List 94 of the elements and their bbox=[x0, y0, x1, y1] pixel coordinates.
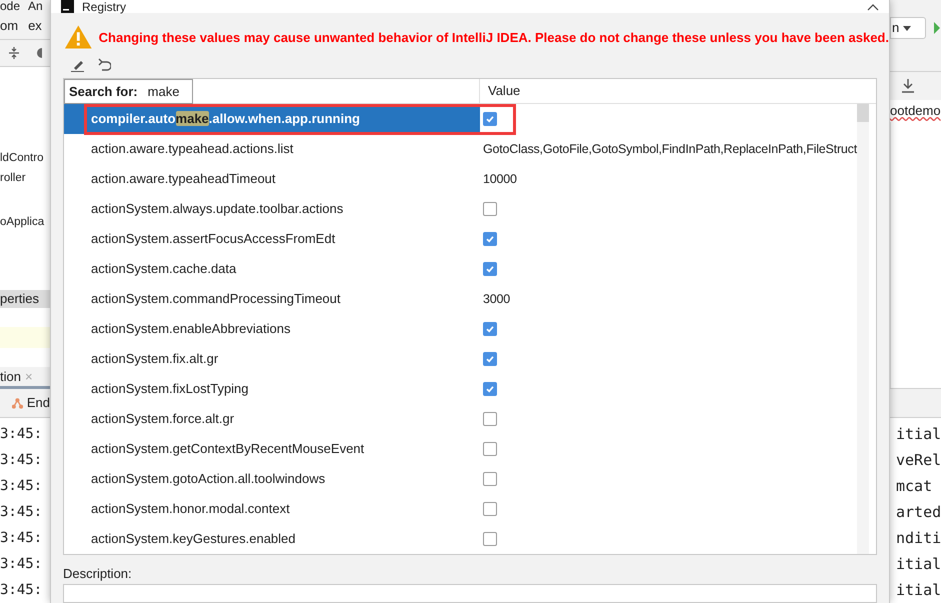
checkbox[interactable] bbox=[483, 352, 497, 366]
registry-key: actionSystem.getContextByRecentMouseEvent bbox=[91, 441, 364, 456]
registry-row[interactable]: actionSystem.honor.modal.context bbox=[64, 494, 857, 524]
registry-value: GotoClass,GotoFile,GotoSymbol,FindInPath,ReplaceInPath,FileStruct bbox=[483, 140, 857, 158]
registry-key: compiler.automake.allow.when.app.running bbox=[91, 111, 360, 126]
menu-item[interactable]: An bbox=[28, 0, 43, 14]
registry-row[interactable]: actionSystem.keyGestures.enabled bbox=[64, 524, 857, 554]
checkbox[interactable] bbox=[483, 502, 497, 516]
checkbox[interactable] bbox=[483, 532, 497, 546]
registry-row[interactable]: action.aware.typeaheadTimeout 10000 bbox=[64, 164, 857, 194]
registry-row[interactable]: actionSystem.fixLostTyping bbox=[64, 374, 857, 404]
registry-key: action.aware.typeahead.actions.list bbox=[91, 141, 294, 156]
registry-row[interactable]: actionSystem.getContextByRecentMouseEvent bbox=[64, 434, 857, 464]
endpoint-icon bbox=[12, 397, 23, 410]
registry-row[interactable]: actionSystem.fix.alt.gr bbox=[64, 344, 857, 374]
registry-row[interactable]: compiler.automake.allow.when.app.running bbox=[64, 104, 857, 134]
registry-key: actionSystem.commandProcessingTimeout bbox=[91, 291, 341, 306]
registry-key: actionSystem.gotoAction.all.toolwindows bbox=[91, 471, 326, 486]
caret-icon bbox=[903, 26, 912, 30]
download-icon[interactable] bbox=[902, 79, 914, 93]
check-icon bbox=[485, 354, 495, 364]
window-title: Registry bbox=[82, 0, 126, 13]
registry-key: actionSystem.fix.alt.gr bbox=[91, 351, 218, 366]
log-line: 3:45: bbox=[0, 477, 44, 496]
menu-item[interactable]: ode bbox=[0, 0, 20, 14]
column-header[interactable]: Value bbox=[480, 79, 520, 104]
undo-icon[interactable] bbox=[97, 58, 111, 72]
registry-key: actionSystem.keyGestures.enabled bbox=[91, 531, 296, 546]
log-line: 3:45: bbox=[0, 425, 44, 444]
close-icon[interactable] bbox=[867, 2, 879, 11]
registry-key: actionSystem.honor.modal.context bbox=[91, 501, 290, 516]
checkbox[interactable] bbox=[483, 202, 497, 216]
registry-row[interactable]: actionSystem.enableAbbreviations bbox=[64, 314, 857, 344]
log-line: veRel bbox=[896, 450, 941, 471]
registry-key: actionSystem.force.alt.gr bbox=[91, 411, 234, 426]
check-icon bbox=[485, 264, 495, 274]
run-tab[interactable]: tion × bbox=[0, 367, 50, 390]
description-field[interactable] bbox=[63, 584, 877, 603]
log-line: itial bbox=[896, 554, 941, 575]
log-line: 3:45: bbox=[0, 451, 44, 470]
collapse-icon[interactable] bbox=[8, 46, 20, 59]
checkbox[interactable] bbox=[483, 442, 497, 456]
checkbox[interactable] bbox=[483, 262, 497, 276]
log-line: 3:45: bbox=[0, 503, 44, 522]
registry-row[interactable]: actionSystem.gotoAction.all.toolwindows bbox=[64, 464, 857, 494]
registry-key: actionSystem.fixLostTyping bbox=[91, 381, 249, 396]
warning-message: Changing these values may cause unwanted behavior of IntelliJ IDEA. Please do not change these unless you have been asked. bbox=[98, 28, 889, 47]
registry-row[interactable]: actionSystem.commandProcessingTimeout 3000 bbox=[64, 284, 857, 314]
log-line: 3:45: bbox=[0, 529, 44, 548]
checkbox[interactable] bbox=[483, 322, 497, 336]
tree-item[interactable]: roller bbox=[0, 170, 50, 186]
tree-item[interactable]: oApplica bbox=[0, 214, 50, 230]
tab-label: tion bbox=[0, 368, 21, 386]
tree-item[interactable]: ldContro bbox=[0, 150, 50, 166]
run-icon[interactable] bbox=[934, 22, 940, 34]
editor-text: ootdemo bbox=[890, 102, 941, 120]
registry-row[interactable]: actionSystem.assertFocusAccessFromEdt bbox=[64, 224, 857, 254]
scrollbar[interactable] bbox=[857, 104, 869, 554]
registry-key: actionSystem.enableAbbreviations bbox=[91, 321, 290, 336]
registry-row[interactable]: action.aware.typeahead.actions.list GotoClass,GotoFile,GotoSymbol,FindInPath,ReplaceInPath,FileStruct bbox=[64, 134, 857, 164]
search-popup[interactable]: Search for: make bbox=[64, 79, 193, 104]
checkbox[interactable] bbox=[483, 232, 497, 246]
registry-key: action.aware.typeaheadTimeout bbox=[91, 171, 276, 186]
log-line: itial bbox=[896, 424, 941, 445]
warning-icon bbox=[64, 24, 93, 50]
breadcrumb-item[interactable]: om bbox=[0, 16, 18, 36]
checkbox[interactable] bbox=[483, 472, 497, 486]
registry-value: 3000 bbox=[483, 290, 510, 308]
log-line: nditi bbox=[896, 528, 941, 549]
registry-value: 10000 bbox=[483, 170, 517, 188]
registry-key: actionSystem.cache.data bbox=[91, 261, 236, 276]
breadcrumb-item[interactable]: ex bbox=[28, 16, 42, 36]
search-label: Search for: bbox=[69, 82, 138, 101]
log-line: mcat bbox=[896, 476, 934, 497]
log-line: arted bbox=[896, 502, 941, 523]
checkbox[interactable] bbox=[483, 382, 497, 396]
check-icon bbox=[485, 114, 495, 124]
registry-row[interactable]: actionSystem.cache.data bbox=[64, 254, 857, 284]
checkbox[interactable] bbox=[483, 112, 497, 126]
log-line: 3:45: bbox=[0, 555, 44, 574]
registry-key: actionSystem.always.update.toolbar.actions bbox=[91, 201, 344, 216]
registry-row[interactable]: actionSystem.always.update.toolbar.actions bbox=[64, 194, 857, 224]
check-icon bbox=[485, 324, 495, 334]
run-config-dropdown[interactable]: n bbox=[890, 17, 926, 39]
check-icon bbox=[485, 234, 495, 244]
registry-key: actionSystem.assertFocusAccessFromEdt bbox=[91, 231, 336, 246]
tool-window-tab[interactable]: perties bbox=[0, 290, 50, 308]
log-line: 3:45: bbox=[0, 581, 44, 600]
search-text: make bbox=[148, 82, 180, 101]
check-icon bbox=[485, 384, 495, 394]
registry-row[interactable]: actionSystem.force.alt.gr bbox=[64, 404, 857, 434]
log-line: itial bbox=[896, 580, 941, 601]
checkbox[interactable] bbox=[483, 412, 497, 426]
description-label: Description: bbox=[62, 565, 133, 584]
